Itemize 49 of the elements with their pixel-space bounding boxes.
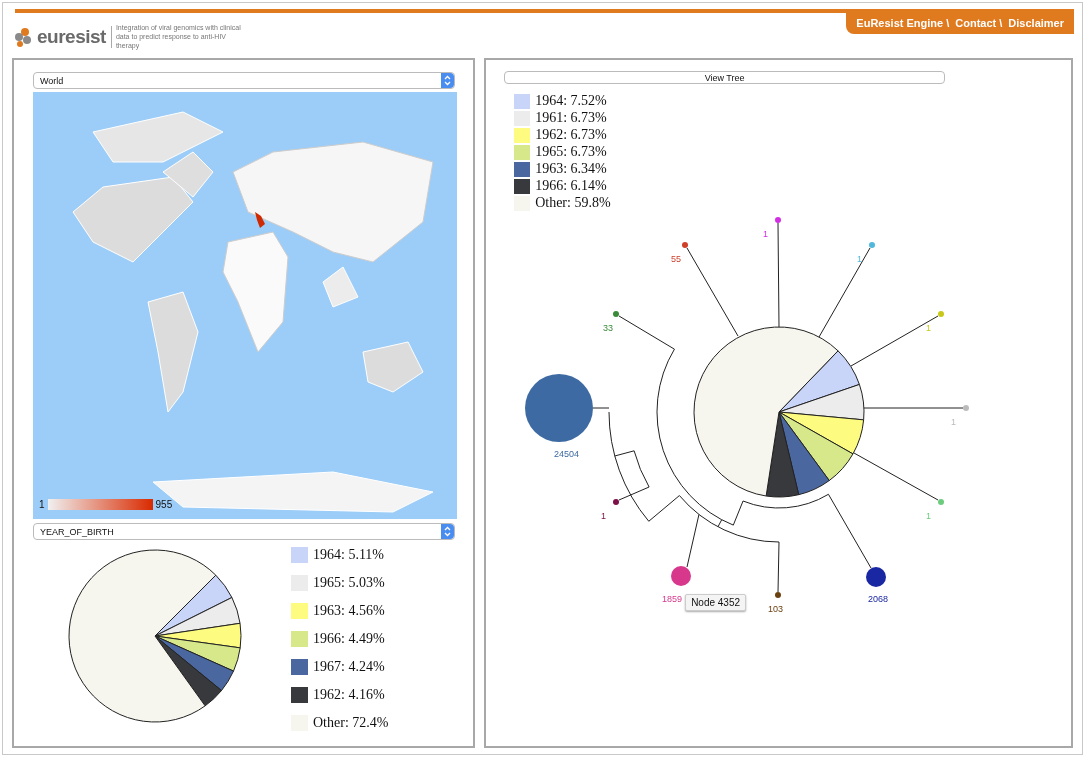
node-count: 1 bbox=[601, 511, 607, 521]
tree-node[interactable] bbox=[613, 311, 620, 317]
scale-max: 955 bbox=[155, 499, 173, 510]
node-count: 1 bbox=[926, 511, 932, 521]
branch-line bbox=[592, 407, 610, 409]
tree-node[interactable] bbox=[525, 374, 594, 442]
tree-node[interactable] bbox=[682, 242, 689, 248]
attribute-select[interactable]: YEAR_OF_BIRTH bbox=[33, 523, 456, 540]
tree-node[interactable] bbox=[613, 499, 620, 505]
legend-label: 1965: 5.03% bbox=[313, 574, 385, 591]
node-count: 1859 bbox=[662, 594, 683, 604]
region-select[interactable]: World bbox=[33, 72, 456, 89]
stepper-icon bbox=[444, 526, 452, 537]
legend-label: 1963: 6.34% bbox=[535, 161, 607, 177]
node-count: 55 bbox=[671, 254, 682, 264]
tree-node[interactable] bbox=[963, 405, 970, 411]
legend-label: 1966: 4.49% bbox=[313, 630, 385, 647]
legend-label: 1961: 6.73% bbox=[535, 110, 607, 126]
node-count: 103 bbox=[768, 604, 784, 614]
legend-label: 1964: 7.52% bbox=[535, 93, 607, 109]
tree-node[interactable] bbox=[775, 217, 782, 223]
tree-node[interactable] bbox=[938, 311, 945, 317]
legend-label: 1962: 4.16% bbox=[313, 686, 385, 703]
node-count: 2068 bbox=[868, 594, 889, 604]
legend-label: Other: 72.4% bbox=[313, 714, 389, 731]
legend-label: 1965: 6.73% bbox=[535, 144, 607, 160]
node-count: 24504 bbox=[554, 449, 580, 459]
tree-node[interactable] bbox=[775, 592, 782, 598]
tree-node[interactable] bbox=[869, 242, 876, 248]
legend-label: 1964: 5.11% bbox=[313, 546, 385, 563]
legend-label: 1962: 6.73% bbox=[535, 127, 607, 143]
node-count: 1 bbox=[926, 323, 932, 333]
tree-node[interactable] bbox=[866, 567, 887, 587]
node-tooltip: Node 4352 bbox=[685, 594, 747, 611]
tree-node[interactable] bbox=[671, 566, 692, 586]
node-count: 1 bbox=[951, 417, 957, 427]
legend-label: 1967: 4.24% bbox=[313, 658, 385, 675]
hexagon-logo-icon bbox=[15, 26, 33, 47]
scale-min: 1 bbox=[39, 499, 45, 510]
logo-text: euresist bbox=[37, 25, 112, 48]
legend-label: 1966: 6.14% bbox=[535, 178, 607, 194]
legend-label: 1963: 4.56% bbox=[313, 602, 385, 619]
legend-label: Other: 59.8% bbox=[535, 195, 611, 211]
stepper-icon bbox=[444, 75, 452, 86]
tree-node[interactable] bbox=[938, 499, 945, 505]
node-count: 33 bbox=[603, 323, 614, 333]
node-count: 1 bbox=[763, 229, 769, 239]
view-tree-button[interactable]: View Tree bbox=[504, 71, 945, 84]
node-count: 1 bbox=[857, 254, 863, 264]
